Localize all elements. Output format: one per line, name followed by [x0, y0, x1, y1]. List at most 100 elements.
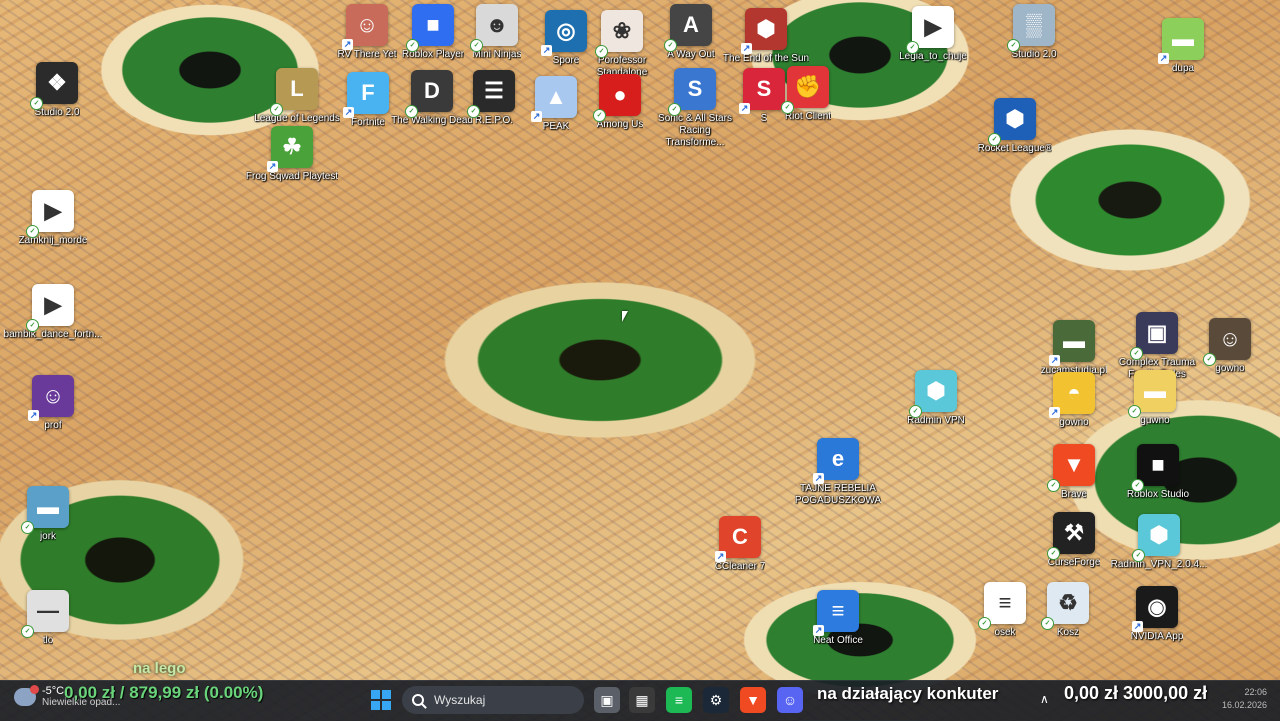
a-way-out-icon: A ✓ [664, 4, 712, 52]
rocket-league-icon: ⬢ ✓ [988, 98, 1036, 146]
steam-icon[interactable]: ⚙ [703, 687, 729, 713]
desktop-icon[interactable]: ⚒ ✓ CurseForge [1034, 512, 1114, 569]
sync-status-icon: ✓ [781, 101, 794, 114]
desktop-icon[interactable]: — ✓ tlo [8, 590, 88, 647]
desktop-icon-label: NVIDIA App [1130, 631, 1184, 642]
desktop-icon[interactable]: ⬢ ✓ Radmin_VPN_2.0.4... [1111, 514, 1207, 571]
sync-status-icon: ✓ [26, 319, 39, 332]
desktop-icon[interactable]: ◓ ↗ gowno [1034, 372, 1114, 429]
desktop-icon[interactable]: ☻ ✓ Mini Ninjas [457, 4, 537, 61]
image-file-icon: ◓ ↗ [1049, 372, 1095, 418]
shortcut-arrow-icon: ↗ [1049, 407, 1060, 418]
desktop-icon-label: dupa [1171, 63, 1195, 74]
desktop-icon[interactable]: ✊ ✓ Riot Client [768, 66, 848, 123]
shortcut-arrow-icon: ↗ [1158, 53, 1169, 64]
desktop-icon[interactable]: ▬ ↗ zucamstudia.pl [1034, 320, 1114, 377]
desktop-icon-label: Kosz [1056, 627, 1080, 638]
start-button[interactable] [371, 690, 391, 710]
desktop-icon[interactable]: ▬ ✓ jork [8, 486, 88, 543]
weather-icon [14, 684, 39, 706]
brave-icon: ▼ ✓ [1047, 444, 1095, 492]
desktop-icon[interactable]: A ✓ A Way Out [651, 4, 731, 61]
desktop-icon-label: jork [39, 531, 57, 542]
shortcut-arrow-icon: ↗ [813, 625, 824, 636]
shortcut-arrow-icon: ↗ [541, 45, 552, 56]
image-file-icon: ▬ ✓ [1128, 370, 1176, 418]
sync-status-icon: ✓ [978, 617, 991, 630]
sync-status-icon: ✓ [470, 39, 483, 52]
desktop-icon-label: Riot Client [784, 111, 832, 122]
task-view-icon[interactable]: ▣ [594, 687, 620, 713]
desktop-icon-label: PEAK [542, 121, 570, 132]
desktop-icon[interactable]: ▒ ✓ Studio 2.0 [994, 4, 1074, 61]
desktop-icon[interactable]: ⬢ ✓ Radmin VPN [896, 370, 976, 427]
image-file-icon: ▣ ✓ [1130, 312, 1178, 360]
peak-icon: ▲ ↗ [531, 76, 577, 122]
shortcut-arrow-icon: ↗ [739, 103, 750, 114]
desktop-icon[interactable]: ▬ ✓ guwno [1115, 370, 1195, 427]
desktop-icon[interactable]: ❀ ✓ Porofessor Standalone [582, 10, 662, 79]
shortcut-arrow-icon: ↗ [741, 43, 752, 54]
desktop-icon-label: bambik_dance_fortn... [3, 329, 103, 340]
shortcut-arrow-icon: ↗ [1049, 355, 1060, 366]
desktop-icon[interactable]: ♻ ✓ Kosz [1028, 582, 1108, 639]
sync-status-icon: ✓ [909, 405, 922, 418]
sync-status-icon: ✓ [21, 625, 34, 638]
sync-status-icon: ✓ [1130, 347, 1143, 360]
shortcut-arrow-icon: ↗ [267, 161, 278, 172]
stream-donation-totals: 0,00 zł 3000,00 zł [1064, 683, 1208, 703]
desktop-icon[interactable]: ☺ ✓ gowno [1190, 318, 1270, 375]
sync-status-icon: ✓ [1047, 479, 1060, 492]
desktop-icon[interactable]: ▼ ✓ Brave [1034, 444, 1114, 501]
desktop-icon[interactable]: ■ ✓ Roblox Studio [1118, 444, 1198, 501]
search-placeholder: Wyszukaj [434, 693, 486, 707]
frog-sqwad-icon: ☘ ↗ [267, 126, 313, 172]
desktop-icon[interactable]: ▶ ✓ Zamknij_morde [13, 190, 93, 247]
image-file-icon: — ✓ [21, 590, 69, 638]
sync-status-icon: ✓ [1203, 353, 1216, 366]
desktop-icon[interactable]: ≡ ↗ Neat Office [798, 590, 878, 647]
discord-icon[interactable]: ☺ [777, 687, 803, 713]
desktop-icon[interactable]: ☺ ↗ prof [13, 375, 93, 432]
sync-status-icon: ✓ [1128, 405, 1141, 418]
desktop-icon[interactable]: ◉ ↗ NVIDIA App [1117, 586, 1197, 643]
desktop-icon[interactable]: ● ✓ Among Us [580, 74, 660, 131]
spotify-icon[interactable]: ≡ [666, 687, 692, 713]
walking-dead-icon: D ✓ [405, 70, 453, 118]
desktop-icon-label: gowno [1059, 417, 1089, 428]
desktop-icon[interactable]: ❖ ✓ Studio 2.0 [17, 62, 97, 119]
radmin-vpn-icon: ⬢ ✓ [909, 370, 957, 418]
video-file-icon: ▶ ✓ [26, 190, 74, 238]
desktop-icon[interactable]: ⬢ ↗ The End of the Sun [723, 8, 809, 65]
fortnite-icon: F ↗ [343, 72, 389, 118]
desktop-icon[interactable]: e ↗ TAJNE REBELIA POGADUSZKOWA [795, 438, 881, 507]
desktop-icon-label: R.E.P.O. [474, 115, 514, 126]
rv-there-yet-icon: ☺ ↗ [342, 4, 388, 50]
desktop-icon-label: Rocket League® [977, 143, 1053, 154]
desktop-icon[interactable]: C ↗ CCleaner 7 [700, 516, 780, 573]
desktop-icon[interactable]: ▶ ✓ bambik_dance_fortn... [4, 284, 102, 341]
shortcut-arrow-icon: ↗ [531, 111, 542, 122]
sync-status-icon: ✓ [30, 97, 43, 110]
desktop-icon-label: prof [44, 420, 62, 431]
taskbar-clock[interactable]: 22:06 16.02.2026 [1215, 686, 1267, 712]
desktop-icon[interactable]: ⬢ ✓ Rocket League® [975, 98, 1055, 155]
sync-status-icon: ✓ [405, 105, 418, 118]
tray-chevron-icon[interactable]: ∧ [1040, 692, 1049, 706]
desktop-icon-label: S [760, 113, 768, 124]
ccleaner-icon: C ↗ [715, 516, 761, 562]
desktop-icon[interactable]: L ✓ League of Legends [254, 68, 340, 125]
desktop-icon[interactable]: ▶ ✓ Legia_to_chuje [893, 6, 973, 63]
desktop-icon[interactable]: ▬ ↗ dupa [1143, 18, 1223, 75]
minecraft-icon[interactable]: ▦ [629, 687, 655, 713]
search-icon [412, 694, 424, 706]
brave-taskbar-icon[interactable]: ▼ [740, 687, 766, 713]
taskbar-search[interactable]: Wyszukaj [402, 686, 584, 714]
neat-office-icon: ≡ ↗ [813, 590, 859, 636]
desktop-icon[interactable]: ☘ ↗ Frog Sqwad Playtest [246, 126, 338, 183]
desktop-icon[interactable]: S ✓ Sonic & All Stars Racing Transforme... [655, 68, 735, 149]
shortcut-arrow-icon: ↗ [813, 473, 824, 484]
sync-status-icon: ✓ [1132, 549, 1145, 562]
end-of-sun-icon: ⬢ ↗ [741, 8, 787, 54]
desktop-icon-label: Neat Office [813, 635, 863, 646]
